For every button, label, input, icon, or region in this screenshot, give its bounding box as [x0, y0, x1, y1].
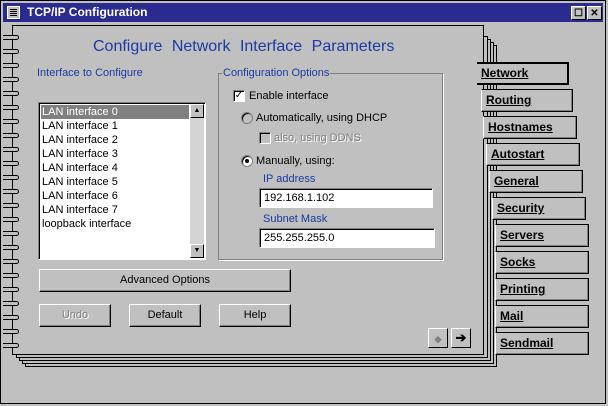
- spiral-ring: [3, 231, 19, 236]
- spiral-ring: [3, 105, 19, 110]
- spiral-ring: [3, 259, 19, 264]
- minimize-button[interactable]: ☐: [571, 6, 586, 20]
- spiral-ring: [3, 133, 19, 138]
- subnet-mask-label: Subnet Mask: [263, 213, 328, 225]
- window-title: TCP/IP Configuration: [27, 5, 148, 19]
- config-options-label: Configuration Options: [222, 67, 331, 79]
- spiral-ring: [3, 301, 19, 306]
- spiral-ring: [3, 315, 19, 320]
- arrow-left-icon: ◆: [434, 334, 442, 344]
- spiral-ring: [3, 203, 19, 208]
- previous-page-button[interactable]: ◆: [428, 328, 448, 348]
- arrow-right-icon: ➔: [455, 330, 467, 345]
- interface-list-item[interactable]: LAN interface 7: [41, 203, 189, 217]
- ddns-label: also, using DDNS: [274, 132, 361, 144]
- close-button[interactable]: ✕: [587, 6, 602, 20]
- spiral-ring: [3, 63, 19, 68]
- check-icon: ✓: [234, 90, 244, 101]
- spiral-ring: [3, 287, 19, 292]
- ip-address-input[interactable]: 192.168.1.102: [259, 188, 433, 208]
- default-button[interactable]: Default: [129, 304, 201, 327]
- spiral-ring: [3, 147, 19, 152]
- interface-list-item[interactable]: LAN interface 2: [41, 133, 189, 147]
- scroll-down-button[interactable]: ▼: [190, 244, 204, 258]
- tab-network[interactable]: Network: [477, 62, 569, 85]
- minimize-icon: ☐: [574, 8, 583, 19]
- spiral-ring: [3, 245, 19, 250]
- manual-label: Manually, using:: [256, 155, 335, 167]
- interface-list-item[interactable]: LAN interface 5: [41, 175, 189, 189]
- interface-list-item[interactable]: LAN interface 6: [41, 189, 189, 203]
- spiral-ring: [3, 343, 19, 348]
- close-icon: ✕: [590, 8, 599, 19]
- spiral-ring: [3, 329, 19, 334]
- title-bar[interactable]: TCP/IP Configuration ☐ ✕: [3, 3, 603, 22]
- subnet-mask-input[interactable]: 255.255.255.0: [259, 228, 435, 248]
- advanced-options-button[interactable]: Advanced Options: [39, 269, 291, 292]
- listbox-scrollbar[interactable]: ▲ ▼: [190, 104, 204, 258]
- dhcp-radio[interactable]: [241, 112, 253, 124]
- interface-list-item[interactable]: LAN interface 1: [41, 119, 189, 133]
- spiral-ring: [3, 175, 19, 180]
- interface-list-item[interactable]: LAN interface 3: [41, 147, 189, 161]
- enable-interface-label: Enable interface: [249, 90, 329, 102]
- undo-button[interactable]: Undo: [39, 304, 111, 327]
- spiral-ring: [3, 49, 19, 54]
- tab-socks[interactable]: Socks: [495, 251, 589, 274]
- interface-group-label: Interface to Configure: [36, 67, 144, 79]
- spiral-ring: [3, 77, 19, 82]
- ip-address-label: IP address: [263, 173, 316, 185]
- scroll-up-icon: ▲: [193, 107, 201, 114]
- spiral-ring: [3, 35, 19, 40]
- tab-general[interactable]: General: [489, 170, 583, 193]
- interface-list-item[interactable]: LAN interface 0: [41, 105, 189, 119]
- spiral-ring: [3, 161, 19, 166]
- help-button[interactable]: Help: [219, 304, 291, 327]
- tab-hostnames[interactable]: Hostnames: [483, 116, 577, 139]
- spiral-ring: [3, 189, 19, 194]
- notebook-icon[interactable]: [7, 6, 20, 19]
- spiral-ring: [3, 119, 19, 124]
- tab-security[interactable]: Security: [492, 197, 586, 220]
- tab-autostart[interactable]: Autostart: [486, 143, 580, 166]
- spiral-ring: [3, 273, 19, 278]
- enable-interface-checkbox[interactable]: ✓: [233, 90, 245, 102]
- interface-listbox[interactable]: LAN interface 0 LAN interface 1 LAN interf…: [38, 102, 206, 260]
- tab-sendmail[interactable]: Sendmail: [495, 332, 589, 355]
- scroll-down-icon: ▼: [193, 247, 201, 254]
- tcpip-config-window: TCP/IP Configuration ☐ ✕ Configure Netwo…: [0, 0, 606, 404]
- tab-routing[interactable]: Routing: [481, 89, 573, 112]
- tab-mail[interactable]: Mail: [495, 305, 589, 328]
- interface-list-item[interactable]: LAN interface 4: [41, 161, 189, 175]
- scroll-up-button[interactable]: ▲: [190, 104, 204, 118]
- ddns-checkbox: [259, 132, 271, 144]
- next-page-button[interactable]: ➔: [451, 328, 471, 348]
- page-heading: Configure Network Interface Parameters: [93, 38, 395, 55]
- manual-radio[interactable]: [241, 155, 253, 167]
- tab-printing[interactable]: Printing: [495, 278, 589, 301]
- dhcp-label: Automatically, using DHCP: [256, 112, 388, 124]
- spiral-ring: [3, 217, 19, 222]
- interface-list-item[interactable]: loopback interface: [41, 217, 189, 231]
- radio-dot-icon: [245, 159, 249, 163]
- tab-servers[interactable]: Servers: [495, 224, 589, 247]
- spiral-ring: [3, 91, 19, 96]
